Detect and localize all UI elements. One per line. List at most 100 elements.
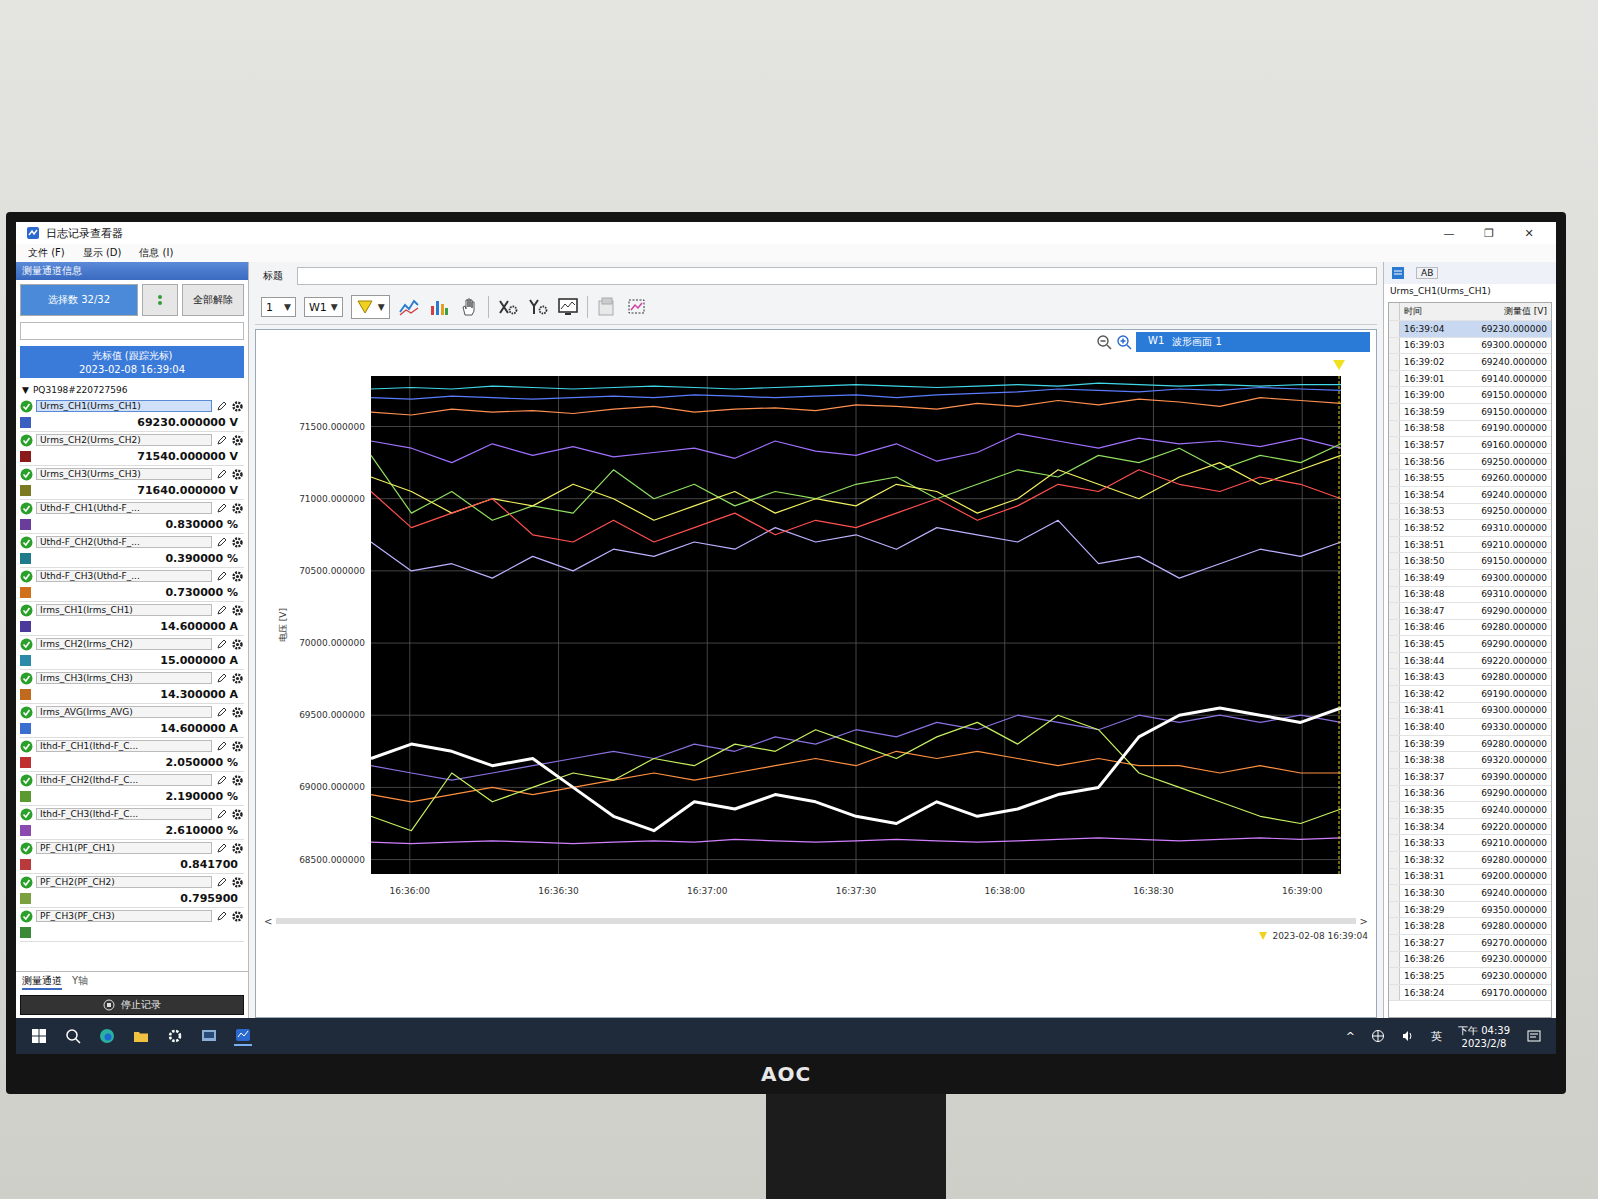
display-settings-icon[interactable] <box>557 296 579 318</box>
channel-item[interactable]: Irms_CH3(Irms_CH3) 14.300000 A <box>20 670 244 704</box>
line-chart-icon[interactable] <box>398 296 420 318</box>
select-area-icon[interactable] <box>626 296 648 318</box>
filter-dropdown[interactable]: ▼ <box>351 295 390 319</box>
channel-item[interactable]: Ithd-F_CH2(Ithd-F_C... 2.190000 % <box>20 772 244 806</box>
channel-item[interactable]: PF_CH1(PF_CH1) 0.841700 <box>20 840 244 874</box>
check-icon[interactable] <box>20 706 33 719</box>
toggle-button[interactable] <box>142 284 178 316</box>
scrollbar[interactable]: < > <box>256 914 1376 928</box>
table-row[interactable]: 16:38:24 69170.000000 <box>1389 985 1551 1002</box>
gear-icon[interactable] <box>231 706 244 719</box>
tray-arrow[interactable]: ^ <box>1346 1030 1355 1043</box>
table-row[interactable]: 16:38:28 69280.000000 <box>1389 918 1551 935</box>
panel-tab[interactable]: Y轴 <box>72 974 88 990</box>
cursor-marker-icon[interactable] <box>1333 360 1345 370</box>
table-row[interactable]: 16:38:58 69190.000000 <box>1389 421 1551 438</box>
check-icon[interactable] <box>20 400 33 413</box>
table-row[interactable]: 16:38:52 69310.000000 <box>1389 520 1551 537</box>
table-row[interactable]: 16:38:36 69290.000000 <box>1389 786 1551 803</box>
pencil-icon[interactable] <box>215 740 228 753</box>
menu-item[interactable]: 文件 (F) <box>28 246 65 260</box>
table-row[interactable]: 16:38:34 69220.000000 <box>1389 819 1551 836</box>
channel-item[interactable]: Uthd-F_CH1(Uthd-F_... 0.830000 % <box>20 500 244 534</box>
cursor-line[interactable] <box>1339 376 1340 874</box>
app-icon[interactable] <box>200 1027 218 1045</box>
speaker-icon[interactable] <box>1401 1029 1415 1043</box>
column-header[interactable]: 测量值 [V] <box>1462 305 1551 318</box>
x-axis-settings-icon[interactable] <box>497 296 519 318</box>
table-row[interactable]: 16:38:59 69150.000000 <box>1389 404 1551 421</box>
gear-icon[interactable] <box>231 876 244 889</box>
panel-tab[interactable]: AB <box>1416 267 1438 279</box>
check-icon[interactable] <box>20 570 33 583</box>
table-row[interactable]: 16:38:39 69280.000000 <box>1389 736 1551 753</box>
check-icon[interactable] <box>20 536 33 549</box>
bar-chart-icon[interactable] <box>428 296 450 318</box>
gear-icon[interactable] <box>231 434 244 447</box>
table-row[interactable]: 16:38:43 69280.000000 <box>1389 669 1551 686</box>
waveform-chart[interactable]: 71500.00000071000.00000070500.0000007000… <box>256 354 1356 914</box>
channel-item[interactable]: Uthd-F_CH2(Uthd-F_... 0.390000 % <box>20 534 244 568</box>
pencil-icon[interactable] <box>215 400 228 413</box>
channel-item[interactable]: Ithd-F_CH1(Ithd-F_C... 2.050000 % <box>20 738 244 772</box>
table-row[interactable]: 16:38:37 69390.000000 <box>1389 769 1551 786</box>
clock[interactable]: 下午 04:39 2023/2/8 <box>1458 1024 1510 1049</box>
zoom-in-icon[interactable] <box>1116 334 1132 350</box>
gear-icon[interactable] <box>231 468 244 481</box>
search-icon[interactable] <box>64 1027 82 1045</box>
pencil-icon[interactable] <box>215 468 228 481</box>
channel-item[interactable]: Irms_AVG(Irms_AVG) 14.600000 A <box>20 704 244 738</box>
table-row[interactable]: 16:38:42 69190.000000 <box>1389 686 1551 703</box>
table-row[interactable]: 16:38:48 69310.000000 <box>1389 587 1551 604</box>
table-row[interactable]: 16:39:03 69300.000000 <box>1389 338 1551 355</box>
table-row[interactable]: 16:38:44 69220.000000 <box>1389 653 1551 670</box>
search-field[interactable] <box>20 322 244 340</box>
table-row[interactable]: 16:38:40 69330.000000 <box>1389 719 1551 736</box>
check-icon[interactable] <box>20 468 33 481</box>
gear-icon[interactable] <box>231 740 244 753</box>
channel-item[interactable]: Urms_CH1(Urms_CH1) 69230.000000 V <box>20 398 244 432</box>
pencil-icon[interactable] <box>215 842 228 855</box>
gear-icon[interactable] <box>231 842 244 855</box>
channel-item[interactable]: Urms_CH3(Urms_CH3) 71640.000000 V <box>20 466 244 500</box>
channel-item[interactable]: Ithd-F_CH3(Ithd-F_C... 2.610000 % <box>20 806 244 840</box>
table-row[interactable]: 16:39:04 69230.000000 <box>1389 321 1551 338</box>
table-row[interactable]: 16:38:50 69150.000000 <box>1389 553 1551 570</box>
pencil-icon[interactable] <box>215 706 228 719</box>
scroll-left[interactable]: < <box>264 916 272 927</box>
check-icon[interactable] <box>20 910 33 923</box>
gear-icon[interactable] <box>231 536 244 549</box>
pencil-icon[interactable] <box>215 638 228 651</box>
panel-tab[interactable]: 测量通道 <box>22 974 62 990</box>
channel-item[interactable]: Irms_CH2(Irms_CH2) 15.000000 A <box>20 636 244 670</box>
check-icon[interactable] <box>20 638 33 651</box>
table-row[interactable]: 16:38:32 69280.000000 <box>1389 852 1551 869</box>
clear-button[interactable]: 全部解除 <box>182 284 244 316</box>
gear-icon[interactable] <box>231 502 244 515</box>
table-row[interactable]: 16:38:57 69160.000000 <box>1389 437 1551 454</box>
window-control[interactable]: ❐ <box>1472 227 1506 240</box>
logger-app-icon[interactable] <box>234 1026 252 1046</box>
table-row[interactable]: 16:38:31 69200.000000 <box>1389 869 1551 886</box>
edge-icon[interactable] <box>98 1027 116 1045</box>
table-row[interactable]: 16:38:54 69240.000000 <box>1389 487 1551 504</box>
input-method[interactable]: 英 <box>1431 1029 1442 1044</box>
select-button[interactable]: 选择数 32/32 <box>20 284 138 316</box>
table-row[interactable]: 16:38:26 69230.000000 <box>1389 952 1551 969</box>
table-row[interactable]: 16:38:35 69240.000000 <box>1389 802 1551 819</box>
pencil-icon[interactable] <box>215 910 228 923</box>
window-control[interactable]: — <box>1432 227 1466 240</box>
folder-icon[interactable] <box>132 1027 150 1045</box>
table-row[interactable]: 16:38:56 69250.000000 <box>1389 454 1551 471</box>
channel-item[interactable]: Uthd-F_CH3(Uthd-F_... 0.730000 % <box>20 568 244 602</box>
table-row[interactable]: 16:38:46 69280.000000 <box>1389 620 1551 637</box>
y-axis-settings-icon[interactable] <box>527 296 549 318</box>
gear-icon[interactable] <box>231 570 244 583</box>
table-row[interactable]: 16:38:29 69350.000000 <box>1389 902 1551 919</box>
pencil-icon[interactable] <box>215 876 228 889</box>
table-row[interactable]: 16:38:49 69300.000000 <box>1389 570 1551 587</box>
table-row[interactable]: 16:39:01 69140.000000 <box>1389 371 1551 388</box>
dropdown[interactable]: 1 ▼ <box>261 297 296 317</box>
menu-item[interactable]: 信息 (I) <box>139 246 173 260</box>
table-row[interactable]: 16:38:53 69250.000000 <box>1389 504 1551 521</box>
